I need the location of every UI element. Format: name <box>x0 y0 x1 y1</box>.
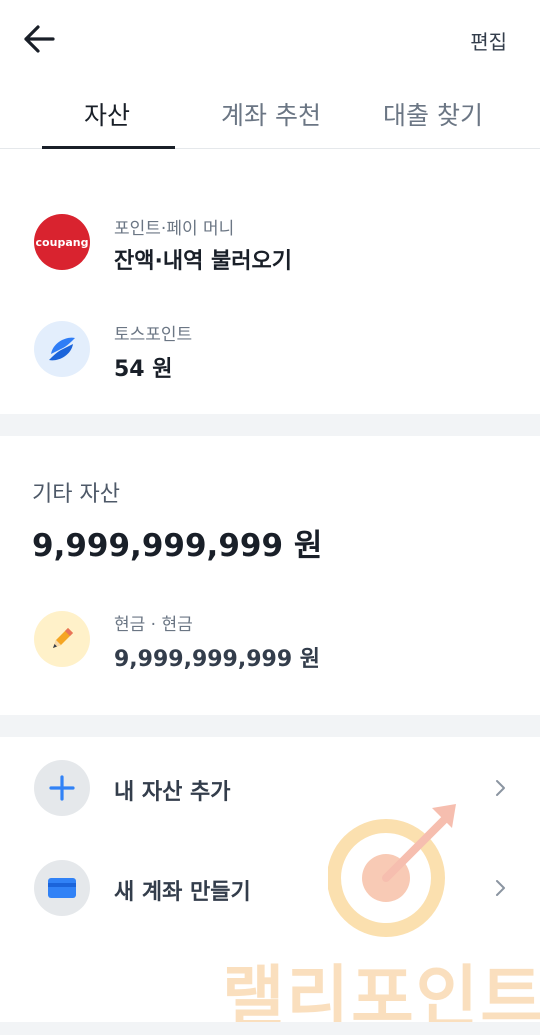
bottom-divider <box>0 1022 540 1035</box>
section-divider <box>0 715 540 737</box>
coupang-logo-text: coupang <box>35 235 89 249</box>
active-tab-indicator <box>42 146 175 149</box>
coupang-subtitle: 포인트·페이 머니 <box>114 219 235 239</box>
tab-assets[interactable]: 자산 <box>84 96 130 132</box>
edit-button[interactable]: 편집 <box>470 26 507 55</box>
other-assets-title: 기타 자산 <box>32 482 120 507</box>
top-bar: 편집 <box>0 0 540 80</box>
add-asset-label: 내 자산 추가 <box>114 780 231 805</box>
chevron-right-icon <box>496 780 505 796</box>
cash-asset-row[interactable]: 현금 · 현금 9,999,999,999 원 <box>0 594 540 684</box>
chevron-right-icon <box>496 880 505 896</box>
tab-account-recommend[interactable]: 계좌 추천 <box>221 96 321 132</box>
toss-point-subtitle: 토스포인트 <box>114 325 193 345</box>
section-divider <box>0 414 540 436</box>
new-account-label: 새 계좌 만들기 <box>114 880 251 905</box>
plus-icon <box>34 760 90 816</box>
tab-find-loan[interactable]: 대출 찾기 <box>383 96 483 132</box>
back-button[interactable] <box>22 22 58 56</box>
coupang-title: 잔액·내역 불러오기 <box>114 249 292 274</box>
cash-asset-subtitle: 현금 · 현금 <box>114 615 193 635</box>
toss-point-amount: 54 원 <box>114 357 173 382</box>
pencil-icon <box>34 611 90 667</box>
coupang-logo-icon: coupang <box>34 214 90 270</box>
card-icon <box>34 860 90 916</box>
toss-icon <box>34 321 90 377</box>
toss-point-row[interactable]: 토스포인트 54 원 <box>0 304 540 394</box>
coupang-point-row[interactable]: coupang 포인트·페이 머니 잔액·내역 불러오기 <box>0 198 540 288</box>
arrow-left-icon <box>24 25 55 53</box>
cash-asset-value: 9,999,999,999 원 <box>114 647 321 672</box>
target-watermark-icon <box>328 804 456 937</box>
tab-bar: 자산 계좌 추천 대출 찾기 <box>0 80 540 149</box>
other-assets-total: 9,999,999,999 원 <box>32 528 323 564</box>
